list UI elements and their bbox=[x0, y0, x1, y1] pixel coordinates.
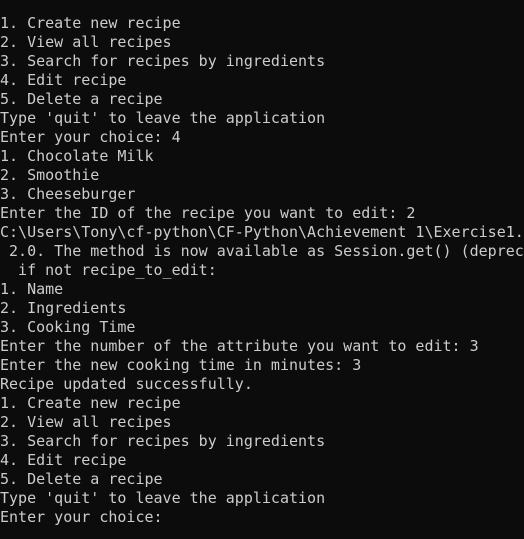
attribute-list-item: 2. Ingredients bbox=[0, 299, 127, 317]
menu-item-view-all: 2. View all recipes bbox=[0, 413, 172, 431]
active-input-line[interactable]: Enter your choice: bbox=[0, 508, 524, 527]
attribute-number-prompt-line: Enter the number of the attribute you wa… bbox=[0, 337, 479, 355]
recipe-list-item: 3. Cheeseburger bbox=[0, 185, 136, 203]
menu-item-view-all: 2. View all recipes bbox=[0, 33, 172, 51]
menu-item-create: 1. Create new recipe bbox=[0, 14, 181, 32]
menu-item-edit: 4. Edit recipe bbox=[0, 71, 127, 89]
warning-path-line: C:\Users\Tony\cf-python\CF-Python\Achiev… bbox=[0, 223, 524, 241]
attribute-list-item: 3. Cooking Time bbox=[0, 318, 136, 336]
terminal-window[interactable]: 1. Create new recipe 2. View all recipes… bbox=[0, 0, 524, 539]
cooking-time-prompt-line: Enter the new cooking time in minutes: 3 bbox=[0, 356, 362, 374]
warning-source-line: if not recipe_to_edit: bbox=[0, 261, 217, 279]
menu-item-create: 1. Create new recipe bbox=[0, 394, 181, 412]
recipe-id-prompt-line: Enter the ID of the recipe you want to e… bbox=[0, 204, 416, 222]
attribute-list-item: 1. Name bbox=[0, 280, 64, 298]
quit-instruction: Type 'quit' to leave the application bbox=[0, 109, 326, 127]
menu-item-delete: 5. Delete a recipe bbox=[0, 470, 163, 488]
menu-item-edit: 4. Edit recipe bbox=[0, 451, 127, 469]
recipe-list-item: 1. Chocolate Milk bbox=[0, 147, 154, 165]
menu-item-search: 3. Search for recipes by ingredients bbox=[0, 52, 326, 70]
choice-prompt: Enter your choice: bbox=[0, 508, 172, 526]
recipe-list-item: 2. Smoothie bbox=[0, 166, 100, 184]
menu-item-search: 3. Search for recipes by ingredients bbox=[0, 432, 326, 450]
warning-message-line: 2.0. The method is now available as Sess… bbox=[0, 242, 524, 260]
quit-instruction: Type 'quit' to leave the application bbox=[0, 489, 326, 507]
success-message: Recipe updated successfully. bbox=[0, 375, 253, 393]
menu-item-delete: 5. Delete a recipe bbox=[0, 90, 163, 108]
choice-prompt-line: Enter your choice: 4 bbox=[0, 128, 181, 146]
text-cursor bbox=[172, 509, 180, 524]
